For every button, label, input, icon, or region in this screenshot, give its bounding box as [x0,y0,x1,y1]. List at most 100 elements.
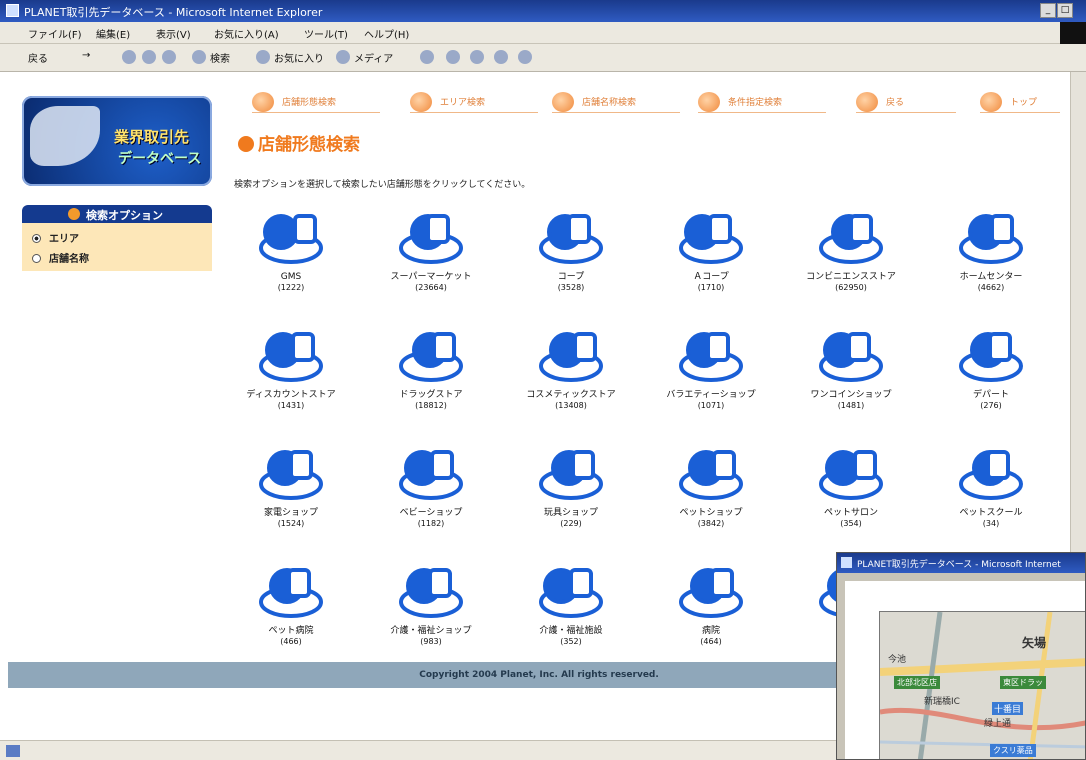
map-label: 緑上通 [984,719,1012,729]
popup-window[interactable]: PLANET取引先データベース - Microsoft Internet 矢場 … [836,552,1086,760]
category-fish[interactable]: スーパーマーケット (23664) [366,204,496,293]
search-button[interactable]: 検索 [210,50,230,65]
category-elderly[interactable]: 介護・福祉施設 (352) [506,558,636,647]
site-logo[interactable]: 業界取引先 データベース [22,96,212,186]
category-cat[interactable]: ペットショップ (3842) [646,440,776,529]
category-label: ペットサロン [823,508,878,518]
forward-button[interactable]: → [82,50,90,61]
home-icon[interactable] [162,50,176,64]
print-icon[interactable] [470,50,484,64]
category-pot[interactable]: ディスカウントストア (1431) [226,322,356,411]
maximize-button[interactable]: □ [1057,3,1073,18]
category-dog-jump[interactable]: ペットスクール (34) [926,440,1056,529]
mail-icon[interactable] [446,50,460,64]
page-status-icon [6,745,20,757]
cow-icon [679,214,743,264]
category-count: (1481) [837,401,865,410]
option-bullet-icon [68,208,80,220]
hospital-icon [679,568,743,618]
nav-ball-icon [856,92,878,112]
category-count: (18812) [415,401,447,410]
category-label: コープ [557,272,585,282]
ie-icon [841,557,852,568]
nav-label: 店舗形態検索 [282,98,337,108]
vet-icon [259,568,323,618]
discuss-icon[interactable] [518,50,532,64]
menu-view[interactable]: 表示(V) [156,26,191,41]
option-area[interactable]: エリア [32,230,79,245]
category-label: 介護・福祉施設 [539,626,603,636]
category-count: (352) [560,637,582,646]
category-count: (464) [700,637,722,646]
category-baby-bottle[interactable]: ベビーショップ (1182) [366,440,496,529]
nav-label: 戻る [886,98,905,108]
back-button[interactable]: 戻る [28,50,48,65]
cat-icon [679,450,743,500]
search-options-panel: エリア 店舗名称 [22,223,212,271]
menu-tools[interactable]: ツール(T) [304,26,348,41]
media-icon[interactable] [336,50,350,64]
popup-title: PLANET取引先データベース - Microsoft Internet [857,560,1061,570]
radio-store-name[interactable] [32,254,41,263]
category-chair[interactable]: ホームセンター (4662) [926,204,1056,293]
category-toy[interactable]: 玩具ショップ (229) [506,440,636,529]
category-bag-shoe[interactable]: デパート (276) [926,322,1056,411]
window-titlebar[interactable]: PLANET取引先データベース - Microsoft Internet Exp… [0,0,1086,22]
menu-file[interactable]: ファイル(F) [28,26,82,41]
radio-area[interactable] [32,234,41,243]
category-magazine[interactable]: コンビニエンスストア (62950) [786,204,916,293]
popup-titlebar[interactable]: PLANET取引先データベース - Microsoft Internet [837,553,1085,573]
option-area-label: エリア [49,234,79,245]
category-purse[interactable]: ワンコインショップ (1481) [786,322,916,411]
category-label: ホームセンター [959,272,1023,282]
category-wheelchair[interactable]: 介護・福祉ショップ (983) [366,558,496,647]
vegetables-icon [539,214,603,264]
category-count: (3842) [697,519,725,528]
window-title: PLANET取引先データベース - Microsoft Internet Exp… [24,6,323,19]
search-icon[interactable] [192,50,206,64]
category-label: コンビニエンスストア [806,272,896,282]
nav-ball-icon [410,92,432,112]
menu-help[interactable]: ヘルプ(H) [364,26,409,41]
category-count: (62950) [835,283,867,292]
category-label: コスメティックストア [526,390,616,400]
refresh-icon[interactable] [142,50,156,64]
history-icon[interactable] [420,50,434,64]
category-count: (983) [420,637,442,646]
instruction-text: 検索オプションを選択して検索したい店舗形態をクリックしてください。 [234,180,531,190]
minimize-button[interactable]: _ [1040,3,1056,18]
category-label: ペットスクール [959,508,1023,518]
area-map[interactable]: 矢場 今池 新瑞橋IC 緑上通 十番目 北部北区店 東区ドラッ クスリ薬品 [879,611,1085,759]
category-label: ベビーショップ [399,508,463,518]
category-count: (13408) [555,401,587,410]
edit-icon[interactable] [494,50,508,64]
menu-edit[interactable]: 編集(E) [96,26,130,41]
category-pet-salon[interactable]: ペットサロン (354) [786,440,916,529]
category-vet[interactable]: ペット病院 (466) [226,558,356,647]
category-count: (1182) [417,519,445,528]
category-tv[interactable]: 家電ショップ (1524) [226,440,356,529]
favorites-icon[interactable] [256,50,270,64]
favorites-button[interactable]: お気に入り [274,50,324,65]
category-cosmetics[interactable]: コスメティックストア (13408) [506,322,636,411]
menu-favorites[interactable]: お気に入り(A) [214,26,279,41]
category-hat[interactable]: GMS (1222) [226,204,356,293]
top-nav: 店舗形態検索 エリア検索 店舗名称検索 条件指定検索 戻る トップ [240,90,1068,114]
japan-map-icon [30,106,100,166]
category-cow[interactable]: Ａコープ (1710) [646,204,776,293]
tv-icon [259,450,323,500]
elderly-icon [539,568,603,618]
stop-icon[interactable] [122,50,136,64]
option-store-name[interactable]: 店舗名称 [32,250,89,265]
category-vegetables[interactable]: コープ (3528) [506,204,636,293]
media-button[interactable]: メディア [354,50,393,65]
map-store-marker[interactable]: クスリ薬品 [990,744,1036,757]
map-store-marker[interactable]: 東区ドラッ [1000,676,1046,689]
category-count: (1710) [697,283,725,292]
nav-label: 店舗名称検索 [582,98,637,108]
category-hospital[interactable]: 病院 (464) [646,558,776,647]
logo-line2: データベース [118,151,202,167]
category-bottles[interactable]: ドラッグストア (18812) [366,322,496,411]
map-store-marker[interactable]: 北部北区店 [894,676,940,689]
category-party[interactable]: バラエティーショップ (1071) [646,322,776,411]
